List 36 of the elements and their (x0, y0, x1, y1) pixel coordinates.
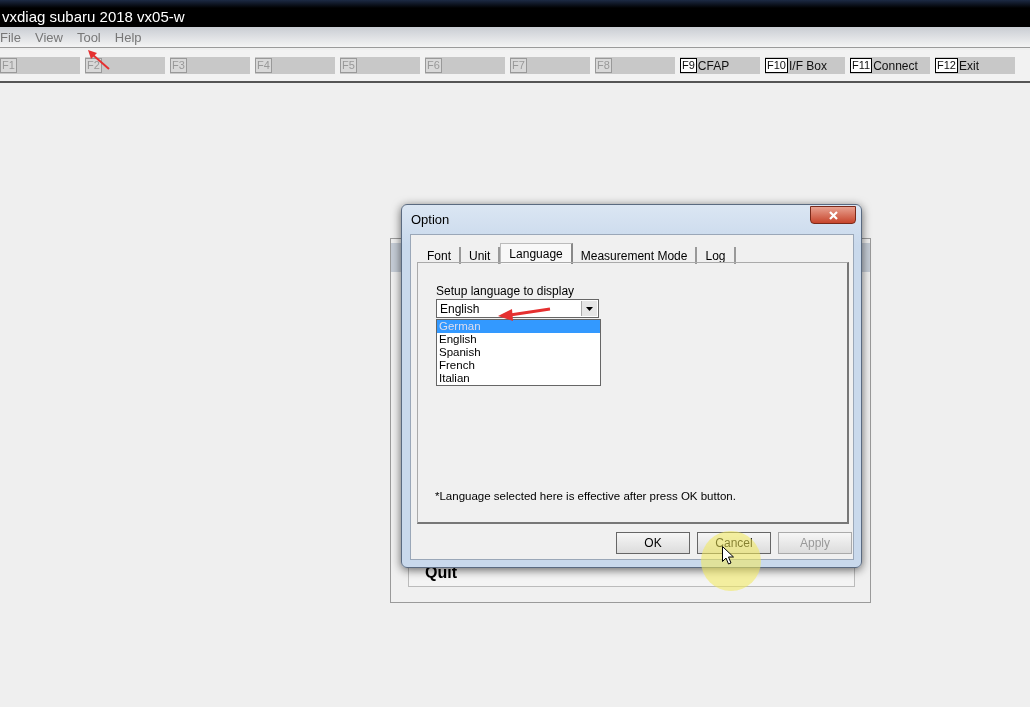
cursor-icon (722, 546, 734, 565)
key-label: F8 (595, 58, 612, 73)
key-label: F9 (680, 58, 697, 73)
function-key-button[interactable]: F11 Connect (850, 57, 930, 74)
key-label: F10 (765, 58, 788, 73)
key-label: F11 (850, 58, 873, 73)
key-label: F6 (425, 58, 442, 73)
annotation-arrow (498, 307, 550, 321)
click-highlight (701, 531, 761, 591)
annotation-arrow (88, 50, 110, 70)
prompt-label: Setup language to display (436, 284, 575, 298)
key-label: F5 (340, 58, 357, 73)
dropdown-option[interactable]: English (437, 333, 600, 346)
key-label: F4 (255, 58, 272, 73)
key-label: F3 (170, 58, 187, 73)
dropdown-option[interactable]: Italian (437, 372, 600, 385)
function-key-button[interactable]: F9 CFAP (680, 57, 760, 74)
function-key-button[interactable]: F10 I/F Box (765, 57, 845, 74)
note-text: *Language selected here is effective after press OK button. (435, 490, 736, 502)
key-label: F2 (85, 58, 102, 73)
menu-item[interactable]: View (34, 29, 63, 45)
dropdown-option[interactable]: French (437, 359, 600, 372)
function-key-button[interactable]: F12 Exit (935, 57, 1015, 74)
dialog-title: Option (411, 212, 450, 227)
dialog-button[interactable]: OK (616, 532, 690, 554)
close-button[interactable] (810, 206, 856, 224)
key-label: F1 (0, 58, 17, 73)
dropdown-option[interactable]: Spanish (437, 346, 600, 359)
key-label: F12 (935, 58, 958, 73)
language-dropdown[interactable]: English (436, 299, 599, 318)
menu-item[interactable]: Tool (76, 29, 101, 45)
window-title: vxdiag subaru 2018 vx05-w (2, 8, 185, 25)
key-label: F7 (510, 58, 527, 73)
close-icon (828, 210, 838, 220)
dropdown-arrow-icon (586, 306, 593, 311)
tab[interactable]: Language (500, 243, 573, 264)
